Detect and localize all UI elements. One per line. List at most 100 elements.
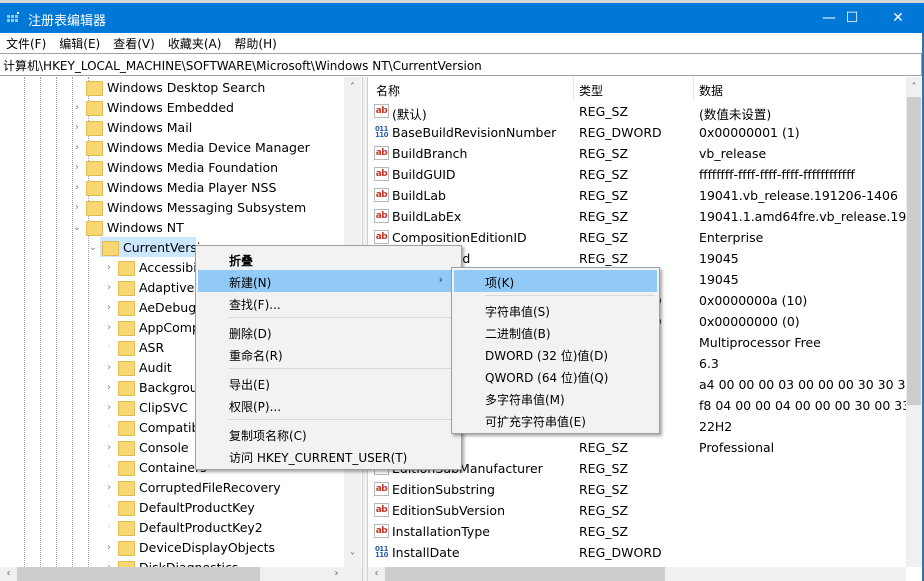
value-row[interactable]: ab (默认) REG_SZ (数值未设置) bbox=[368, 101, 906, 122]
submenu-item-qword-value[interactable]: QWORD (64 位)值(Q) bbox=[454, 365, 657, 387]
maximize-button[interactable]: ☐ bbox=[829, 3, 875, 33]
value-row[interactable]: ab BuildBranch REG_SZ vb_release bbox=[368, 143, 906, 164]
list-vertical-scrollbar[interactable]: ˄ bbox=[906, 77, 922, 567]
chevron-right-icon[interactable]: › bbox=[102, 442, 116, 453]
chevron-down-icon[interactable]: ⌄ bbox=[70, 222, 84, 233]
folder-icon bbox=[118, 420, 135, 436]
chevron-right-icon[interactable]: › bbox=[70, 202, 84, 213]
column-data[interactable]: 数据 bbox=[699, 82, 723, 99]
chevron-right-icon[interactable]: › bbox=[70, 102, 84, 113]
tree-item[interactable]: · Windows Desktop Search bbox=[70, 77, 265, 97]
tree-item[interactable]: · DefaultProductKey2 bbox=[102, 517, 263, 537]
menu-item-find[interactable]: 查找(F)... bbox=[198, 292, 459, 314]
menu-file[interactable]: 文件(F) bbox=[0, 33, 46, 53]
value-row[interactable]: ab InstallationType REG_SZ bbox=[368, 521, 906, 542]
value-name: BuildGUID bbox=[392, 167, 456, 182]
tree-item[interactable]: › Windows Media Foundation bbox=[70, 157, 278, 177]
value-row[interactable]: ab BuildLabEx REG_SZ 19041.1.amd64fre.vb_re… bbox=[368, 206, 906, 227]
scroll-left-icon[interactable]: ‹ bbox=[368, 567, 385, 581]
tree-item[interactable]: · DefaultProductKey bbox=[102, 497, 255, 517]
submenu-item-binary-value[interactable]: 二进制值(B) bbox=[454, 321, 657, 343]
chevron-right-icon[interactable]: › bbox=[102, 302, 116, 313]
chevron-right-icon[interactable]: › bbox=[102, 282, 116, 293]
menu-item-collapse[interactable]: 折叠 bbox=[198, 248, 459, 270]
value-row[interactable]: ab BuildLab REG_SZ 19041.vb_release.191206-… bbox=[368, 185, 906, 206]
chevron-right-icon[interactable]: › bbox=[102, 482, 116, 493]
submenu-item-expandable-string-value[interactable]: 可扩充字符串值(E) bbox=[454, 409, 657, 431]
menu-item-goto-hkcu[interactable]: 访问 HKEY_CURRENT_USER(T) bbox=[198, 445, 459, 467]
chevron-right-icon[interactable]: › bbox=[70, 142, 84, 153]
tree-item[interactable]: › DeviceDisplayObjects bbox=[102, 537, 275, 557]
chevron-right-icon[interactable]: › bbox=[102, 382, 116, 393]
value-row[interactable]: 011 110 InstallDate REG_DWORD bbox=[368, 542, 906, 563]
menu-item-rename[interactable]: 重命名(R) bbox=[198, 343, 459, 365]
tree-item[interactable]: ⌄ Windows NT bbox=[70, 217, 184, 237]
chevron-right-icon[interactable]: › bbox=[102, 542, 116, 553]
scroll-up-icon[interactable]: ˄ bbox=[344, 79, 361, 96]
chevron-right-icon[interactable]: › bbox=[70, 162, 84, 173]
value-row[interactable]: ab EditionSubstring REG_SZ bbox=[368, 479, 906, 500]
tree-item[interactable]: › Windows Embedded bbox=[70, 97, 234, 117]
title-bar[interactable]: 注册表编辑器 — ☐ ✕ bbox=[0, 3, 924, 33]
tree-item[interactable]: › Windows Messaging Subsystem bbox=[70, 197, 306, 217]
list-horizontal-scrollbar[interactable]: ‹ bbox=[368, 567, 906, 581]
tree-item[interactable]: · Containers bbox=[102, 457, 207, 477]
chevron-right-icon[interactable]: › bbox=[102, 362, 116, 373]
chevron-right-icon[interactable]: › bbox=[102, 262, 116, 273]
menu-help[interactable]: 帮助(H) bbox=[228, 33, 276, 53]
submenu-item-string-value[interactable]: 字符串值(S) bbox=[454, 299, 657, 321]
menu-item-copy-key-name[interactable]: 复制项名称(C) bbox=[198, 423, 459, 445]
submenu-item-key[interactable]: 项(K) bbox=[454, 270, 657, 292]
menu-view[interactable]: 查看(V) bbox=[107, 33, 155, 53]
string-value-icon: ab bbox=[374, 104, 389, 118]
menu-item-delete[interactable]: 删除(D) bbox=[198, 321, 459, 343]
address-bar[interactable]: 计算机\HKEY_LOCAL_MACHINE\SOFTWARE\Microsof… bbox=[0, 53, 922, 76]
submenu-item-dword-value[interactable]: DWORD (32 位)值(D) bbox=[454, 343, 657, 365]
submenu-item-multi-string-value[interactable]: 多字符串值(M) bbox=[454, 387, 657, 409]
scroll-up-icon[interactable]: ˄ bbox=[906, 79, 922, 96]
chevron-right-icon[interactable]: › bbox=[102, 322, 116, 333]
tree-item[interactable]: › Windows Media Device Manager bbox=[70, 137, 310, 157]
menu-separator bbox=[229, 317, 457, 318]
chevron-down-icon[interactable]: ⌄ bbox=[86, 242, 100, 253]
menu-item-permissions[interactable]: 权限(P)... bbox=[198, 394, 459, 416]
menu-item-export[interactable]: 导出(E) bbox=[198, 372, 459, 394]
tree-item[interactable]: › ClipSVC bbox=[102, 397, 188, 417]
scroll-left-icon[interactable]: ‹ bbox=[0, 567, 17, 581]
scroll-down-icon[interactable]: ˅ bbox=[344, 549, 361, 566]
tree-horizontal-scrollbar[interactable]: ‹ › bbox=[0, 567, 362, 581]
column-name[interactable]: 名称 bbox=[376, 82, 400, 99]
tree-item[interactable]: › Windows Media Player NSS bbox=[70, 177, 276, 197]
chevron-right-icon[interactable]: › bbox=[102, 402, 116, 413]
tree-item-label: DefaultProductKey bbox=[139, 499, 255, 515]
folder-icon bbox=[86, 140, 103, 156]
chevron-right-icon[interactable]: › bbox=[70, 122, 84, 133]
column-type[interactable]: 类型 bbox=[579, 82, 603, 99]
close-button[interactable]: ✕ bbox=[875, 3, 921, 33]
column-divider[interactable] bbox=[573, 77, 574, 101]
value-type: REG_DWORD bbox=[579, 545, 662, 560]
folder-icon bbox=[118, 380, 135, 396]
tree-item[interactable]: › Console bbox=[102, 437, 189, 457]
tree-item[interactable]: › Audit bbox=[102, 357, 172, 377]
value-row[interactable]: ab BuildGUID REG_SZ ffffffff-ffff-ffff-ffff… bbox=[368, 164, 906, 185]
tree-item[interactable]: › CorruptedFileRecovery bbox=[102, 477, 281, 497]
tree-item[interactable]: · ASR bbox=[102, 337, 164, 357]
value-data: 0x00000000 (0) bbox=[699, 314, 800, 329]
tree-item-label: Windows Media Player NSS bbox=[107, 179, 277, 195]
value-row[interactable]: 011 110 BaseBuildRevisionNumber REG_DWORD 0x… bbox=[368, 122, 906, 143]
scroll-thumb[interactable] bbox=[17, 567, 260, 581]
menu-edit[interactable]: 编辑(E) bbox=[53, 33, 100, 53]
folder-icon bbox=[86, 200, 103, 216]
menu-item-new[interactable]: 新建(N) › bbox=[198, 270, 459, 292]
chevron-right-icon[interactable]: › bbox=[70, 182, 84, 193]
scroll-thumb[interactable] bbox=[385, 567, 665, 581]
scroll-right-icon[interactable]: › bbox=[328, 567, 345, 581]
column-divider[interactable] bbox=[693, 77, 694, 101]
value-row[interactable]: ab EditionSubVersion REG_SZ bbox=[368, 500, 906, 521]
value-type: REG_SZ bbox=[579, 503, 629, 518]
menu-favorites[interactable]: 收藏夹(A) bbox=[162, 33, 222, 53]
scroll-thumb[interactable] bbox=[907, 97, 921, 405]
tree-item[interactable]: › AeDebug bbox=[102, 297, 196, 317]
tree-item[interactable]: › Windows Mail bbox=[70, 117, 192, 137]
